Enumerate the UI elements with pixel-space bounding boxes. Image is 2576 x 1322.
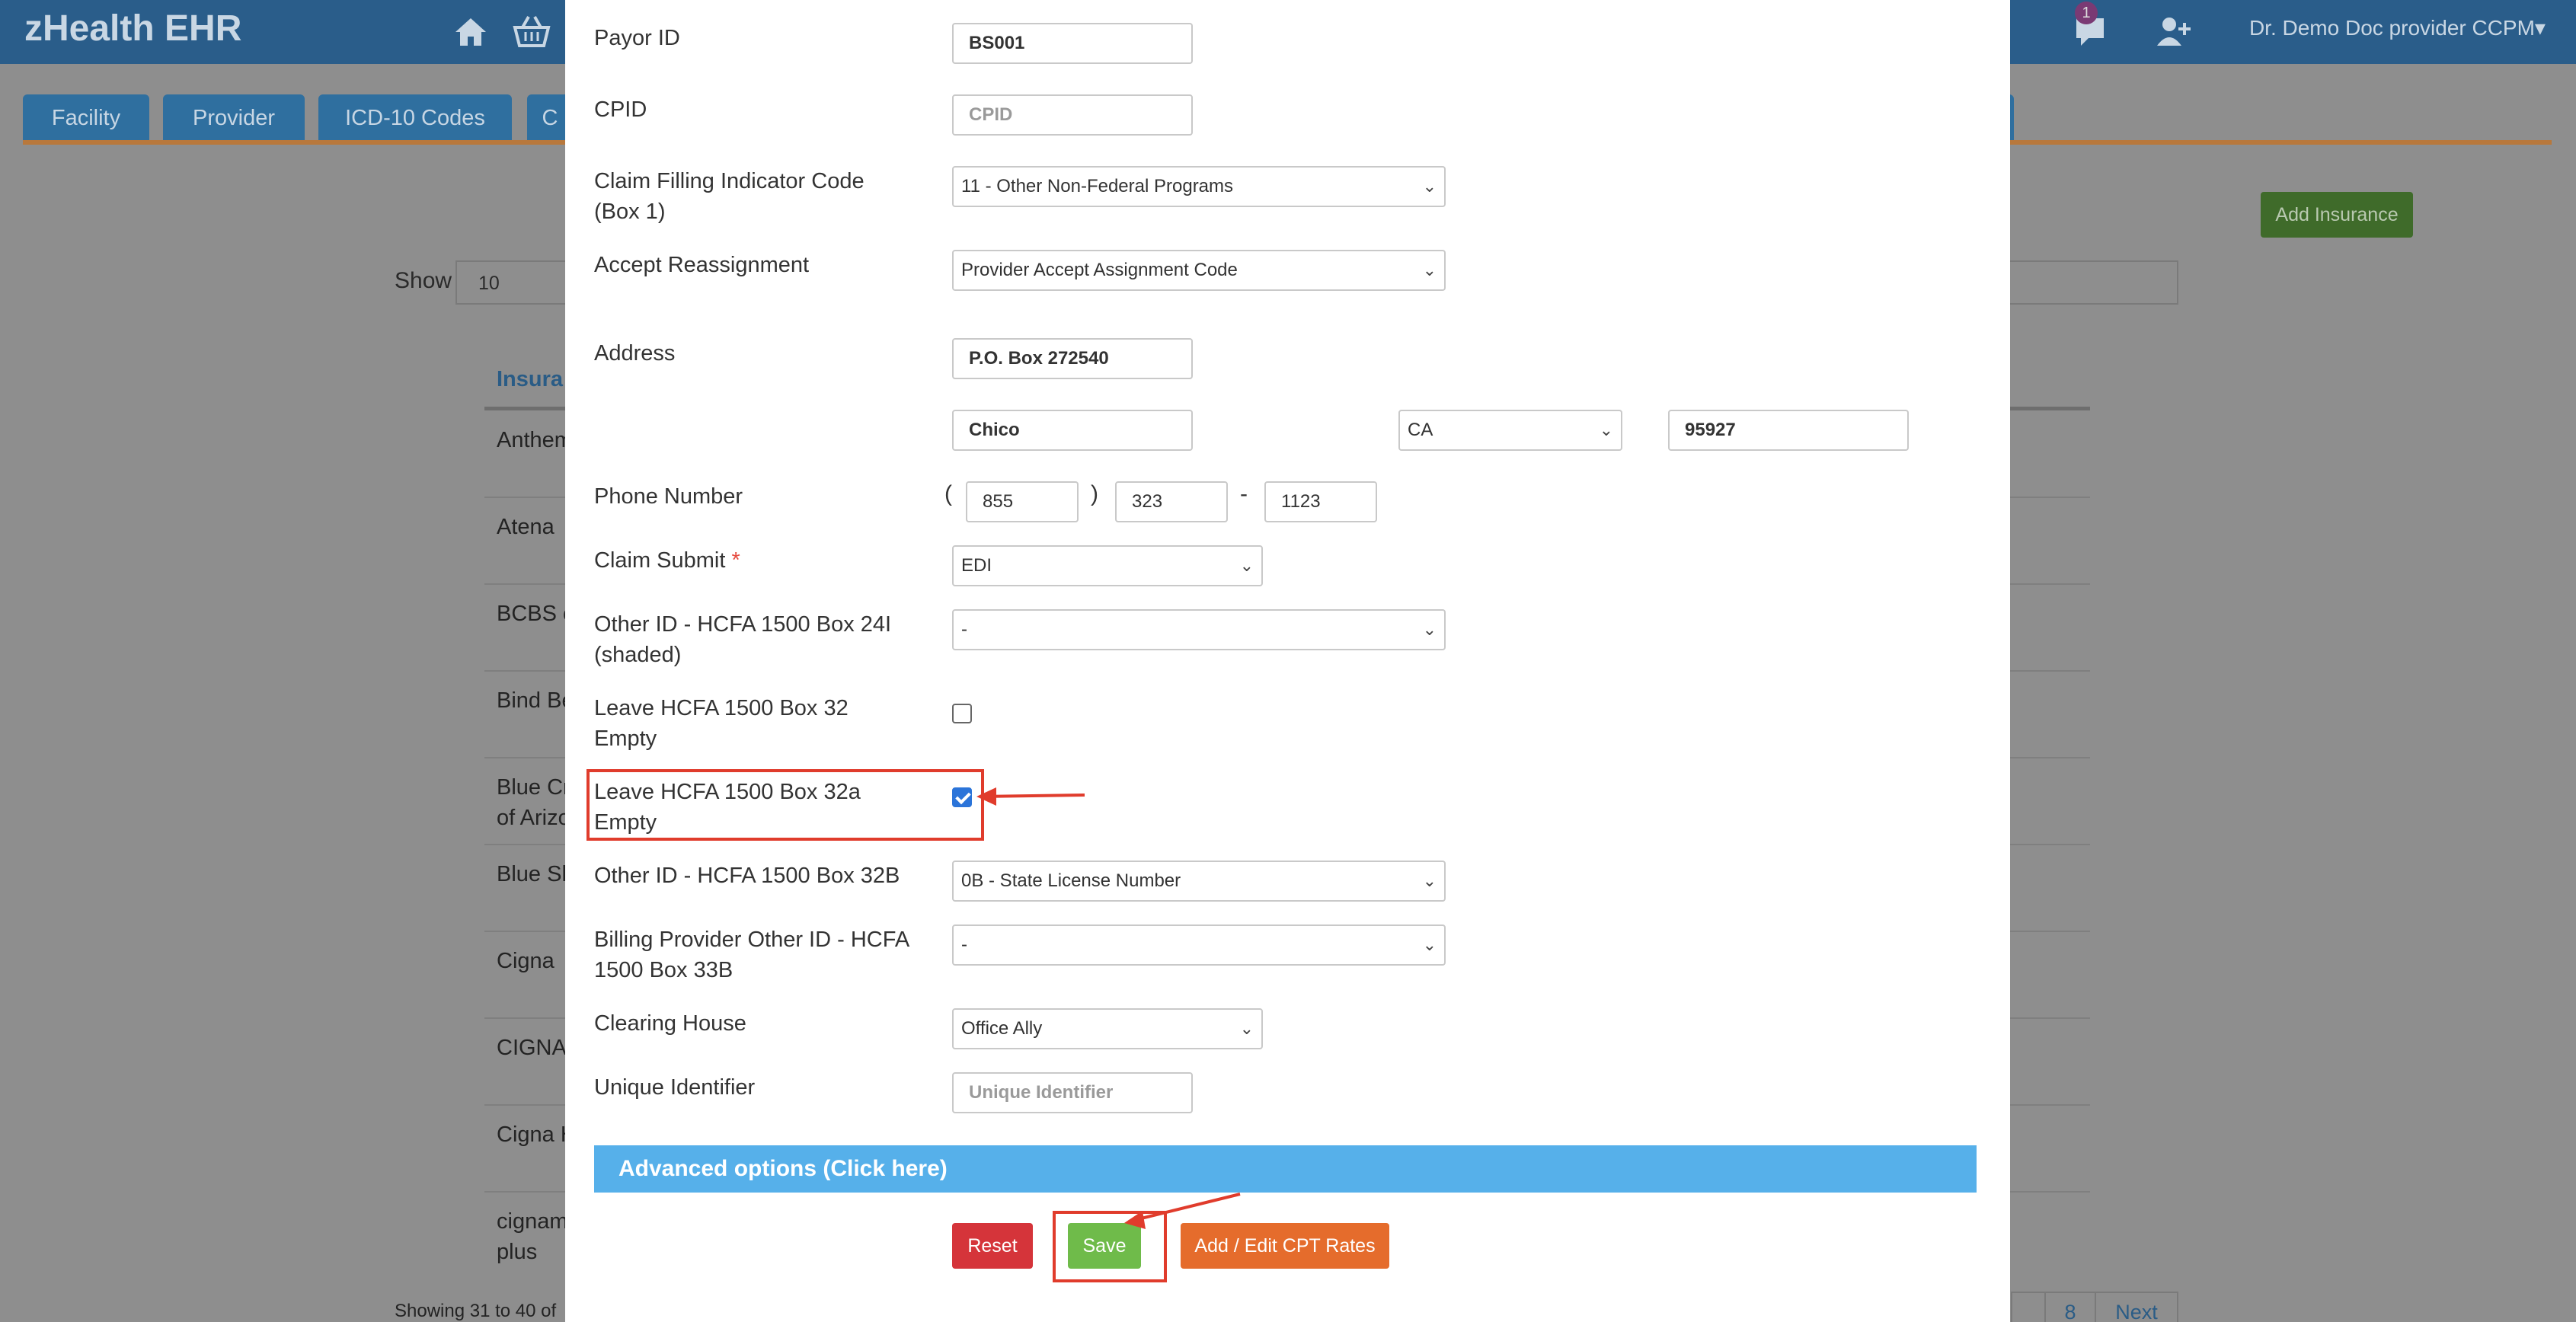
edit-insurance-modal: Payor ID CPID Claim Filling Indicator Co… [565, 0, 2010, 1322]
city-input[interactable] [952, 410, 1193, 451]
select-value: - [961, 619, 967, 640]
address-label: Address [594, 341, 676, 366]
table-row[interactable]: Cigna [497, 946, 555, 976]
pagination-page[interactable]: 8 [2044, 1292, 2096, 1322]
leave-box-32-label: Leave HCFA 1500 Box 32 Empty [594, 696, 849, 751]
phone-area-input[interactable] [966, 481, 1079, 522]
leave-box-32-checkbox[interactable] [952, 704, 972, 723]
table-row[interactable]: cignam plus [497, 1206, 568, 1267]
annotation-arrow-line [979, 794, 1085, 798]
claim-submit-label: Claim Submit * [594, 545, 740, 576]
claim-submit-select[interactable]: EDI ⌄ [952, 545, 1263, 586]
phone-prefix-input[interactable] [1115, 481, 1228, 522]
add-user-icon[interactable] [2154, 12, 2194, 52]
phone-line-input[interactable] [1264, 481, 1377, 522]
select-value: CA [1408, 420, 1433, 440]
add-edit-cpt-rates-button[interactable]: Add / Edit CPT Rates [1181, 1223, 1389, 1269]
select-value: Provider Accept Assignment Code [961, 260, 1238, 280]
other-id-32b-select[interactable]: 0B - State License Number ⌄ [952, 861, 1446, 902]
select-value: 0B - State License Number [961, 870, 1181, 891]
tab-facility[interactable]: Facility [23, 94, 149, 142]
unique-identifier-input[interactable] [952, 1072, 1193, 1113]
pagination-prev-partial[interactable] [2011, 1292, 2046, 1322]
accept-reassignment-label: Accept Reassignment [594, 253, 810, 277]
chevron-down-icon: ⌄ [1422, 935, 1437, 954]
other-id-24i-label: Other ID - HCFA 1500 Box 24I (shaded) [594, 612, 892, 667]
unique-identifier-label: Unique Identifier [594, 1075, 756, 1100]
table-row[interactable]: BCBS c [497, 599, 574, 629]
accept-reassignment-select[interactable]: Provider Accept Assignment Code ⌄ [952, 250, 1446, 291]
user-menu[interactable]: Dr. Demo Doc provider CCPM▾ [2249, 15, 2546, 40]
annotation-highlight-box [1053, 1211, 1167, 1282]
chevron-down-icon: ⌄ [1599, 420, 1613, 439]
payor-id-label: Payor ID [594, 26, 680, 50]
chevron-down-icon: ⌄ [1422, 871, 1437, 890]
payor-id-input[interactable] [952, 23, 1193, 64]
reset-button[interactable]: Reset [952, 1223, 1033, 1269]
claim-filing-indicator-label: Claim Filling Indicator Code (Box 1) [594, 169, 865, 224]
phone-number-label: Phone Number [594, 484, 743, 509]
chevron-down-icon: ⌄ [1422, 260, 1437, 279]
basket-icon[interactable] [512, 12, 551, 52]
clearing-house-label: Clearing House [594, 1011, 746, 1036]
table-row[interactable]: Blue Cr of Arizo [497, 772, 570, 833]
tab-icd10-codes[interactable]: ICD-10 Codes [318, 94, 512, 142]
annotation-highlight-box [586, 769, 984, 841]
other-id-24i-select[interactable]: - ⌄ [952, 609, 1446, 650]
phone-dash: - [1240, 481, 1248, 506]
clearing-house-select[interactable]: Office Ally ⌄ [952, 1008, 1263, 1049]
cpid-input[interactable] [952, 94, 1193, 136]
other-id-32b-label: Other ID - HCFA 1500 Box 32B [594, 864, 900, 888]
table-row[interactable]: CIGNA [497, 1033, 567, 1063]
notification-badge: 1 [2075, 2, 2098, 24]
chevron-down-icon: ⌄ [1422, 177, 1437, 196]
phone-close-paren: ) [1091, 481, 1098, 506]
table-row[interactable]: Bind Be [497, 685, 574, 716]
chevron-down-icon: ⌄ [1239, 556, 1254, 575]
table-row[interactable]: Anthem [497, 425, 573, 455]
chevron-down-icon: ⌄ [1239, 1019, 1254, 1038]
claim-submit-label-text: Claim Submit [594, 548, 726, 573]
phone-open-paren: ( [944, 481, 952, 506]
show-entries-label: Show [395, 268, 452, 293]
table-row[interactable]: Blue Sh [497, 859, 574, 889]
state-select[interactable]: CA ⌄ [1398, 410, 1622, 451]
zip-input[interactable] [1668, 410, 1909, 451]
advanced-options-toggle[interactable]: Advanced options (Click here) [594, 1145, 1977, 1193]
show-entries-select[interactable]: 10 [455, 260, 577, 305]
home-icon[interactable] [451, 12, 491, 52]
required-mark: * [731, 548, 740, 573]
insurance-column-header[interactable]: Insura [497, 367, 563, 392]
pagination-next[interactable]: Next [2095, 1292, 2178, 1322]
cpid-label: CPID [594, 97, 647, 122]
table-info: Showing 31 to 40 of [395, 1301, 557, 1321]
billing-other-id-33b-label: Billing Provider Other ID - HCFA 1500 Bo… [594, 928, 910, 982]
select-value: Office Ally [961, 1018, 1043, 1039]
chevron-down-icon: ⌄ [1422, 620, 1437, 639]
app-title[interactable]: zHealth EHR [24, 8, 241, 49]
table-row[interactable]: Atena [497, 512, 555, 542]
add-insurance-button[interactable]: Add Insurance [2261, 192, 2413, 238]
select-value: EDI [961, 555, 992, 576]
billing-other-id-33b-select[interactable]: - ⌄ [952, 924, 1446, 966]
select-value: - [961, 934, 967, 955]
select-value: 11 - Other Non-Federal Programs [961, 176, 1234, 196]
claim-filing-indicator-select[interactable]: 11 - Other Non-Federal Programs ⌄ [952, 166, 1446, 207]
address-line1-input[interactable] [952, 338, 1193, 379]
tab-provider[interactable]: Provider [163, 94, 305, 142]
